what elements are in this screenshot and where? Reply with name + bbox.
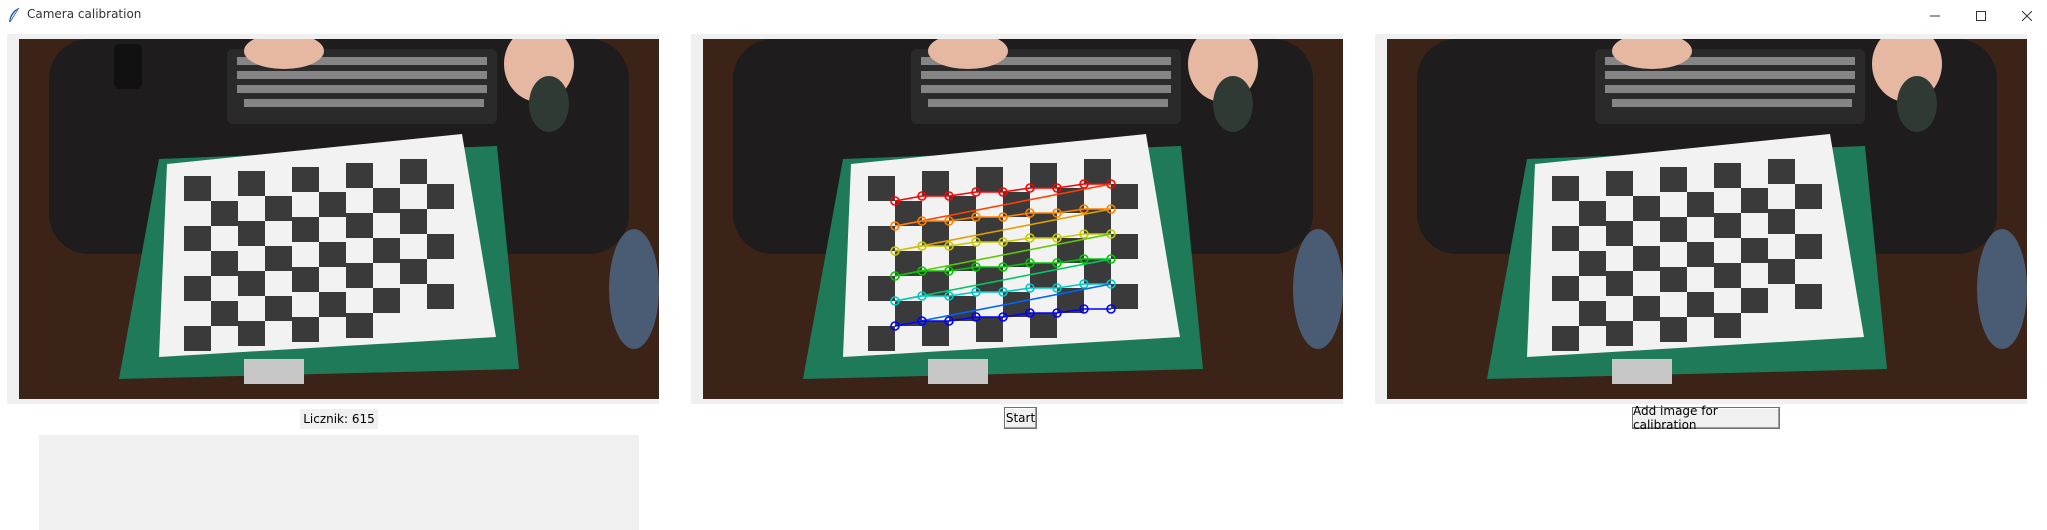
minimize-button[interactable] [1912,0,1958,31]
camera-panel-corners [691,34,1343,404]
title-bar: Camera calibration [0,0,2047,32]
camera-image-undistorted [1387,39,2027,399]
output-area [39,435,639,530]
maximize-button[interactable] [1958,0,2004,31]
maximize-icon [1976,10,1986,21]
minimize-icon [1930,15,1940,16]
close-icon [2022,10,2032,21]
camera-image-corners [703,39,1343,399]
camera-image-raw [19,39,659,399]
feather-icon [9,7,20,23]
window-client-area: Licznik: 615 Start Add image for calibra… [0,31,2047,530]
camera-panel-undistorted [1375,34,2027,404]
window-title: Camera calibration [27,7,142,21]
counter-label: Licznik: 615 [300,409,378,429]
start-button[interactable]: Start [1004,407,1037,429]
add-image-button[interactable]: Add image for calibration [1632,404,1780,432]
camera-panel-raw [7,34,659,404]
close-button[interactable] [2004,0,2047,31]
